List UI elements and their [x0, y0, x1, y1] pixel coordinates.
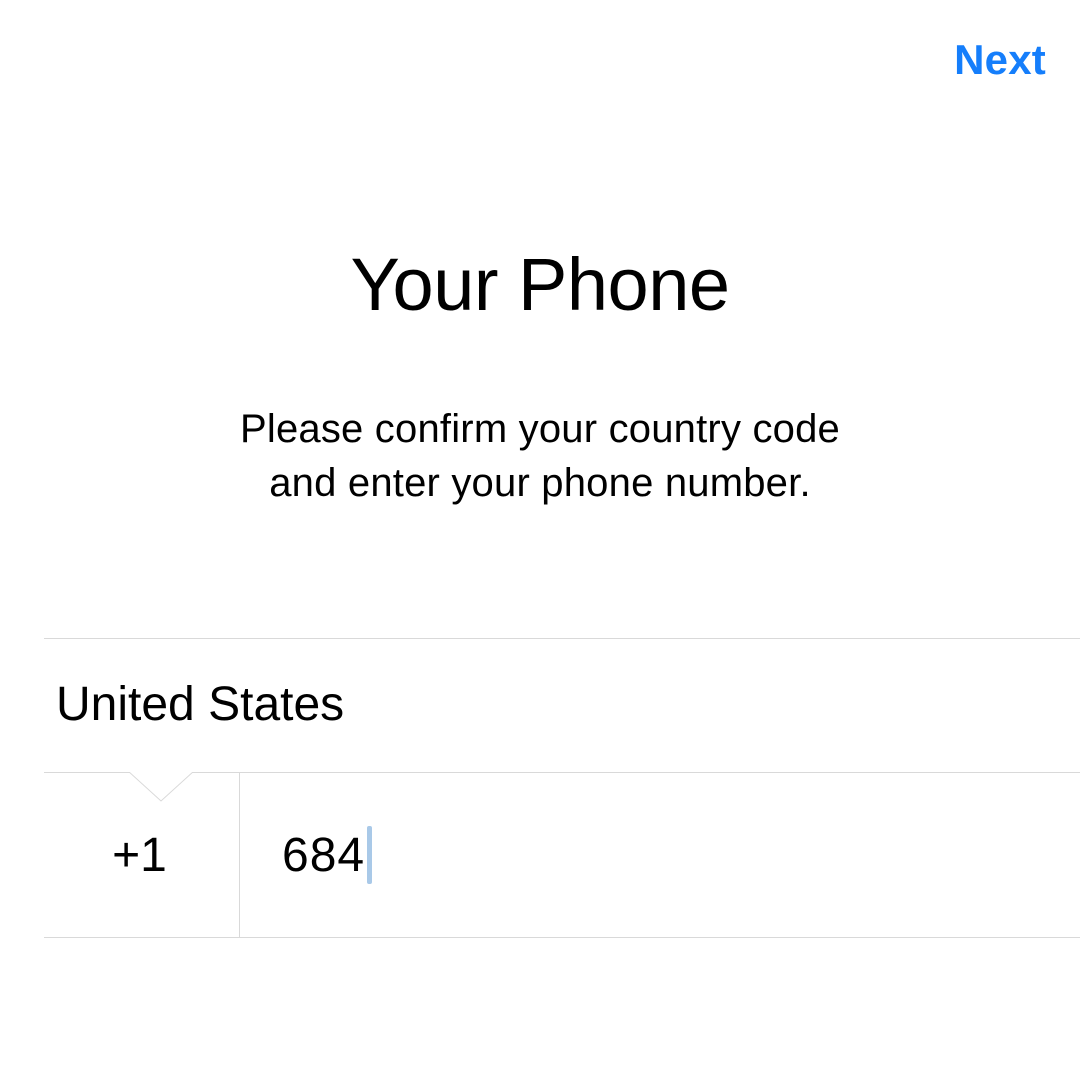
phone-row: +1	[44, 772, 1080, 937]
country-selector[interactable]: United States	[0, 639, 1080, 772]
header-bar: Next	[0, 0, 1080, 84]
page-title: Your Phone	[0, 242, 1080, 327]
title-section: Your Phone Please confirm your country c…	[0, 242, 1080, 510]
page-subtitle: Please confirm your country code and ent…	[0, 403, 1080, 510]
phone-form: United States +1	[0, 638, 1080, 938]
subtitle-line-2: and enter your phone number.	[269, 461, 811, 505]
divider	[44, 937, 1080, 938]
phone-number-cell	[240, 773, 1080, 937]
next-button[interactable]: Next	[954, 36, 1046, 84]
country-code-field[interactable]: +1	[44, 773, 240, 937]
phone-number-input[interactable]	[282, 828, 1080, 883]
subtitle-line-1: Please confirm your country code	[240, 407, 840, 451]
